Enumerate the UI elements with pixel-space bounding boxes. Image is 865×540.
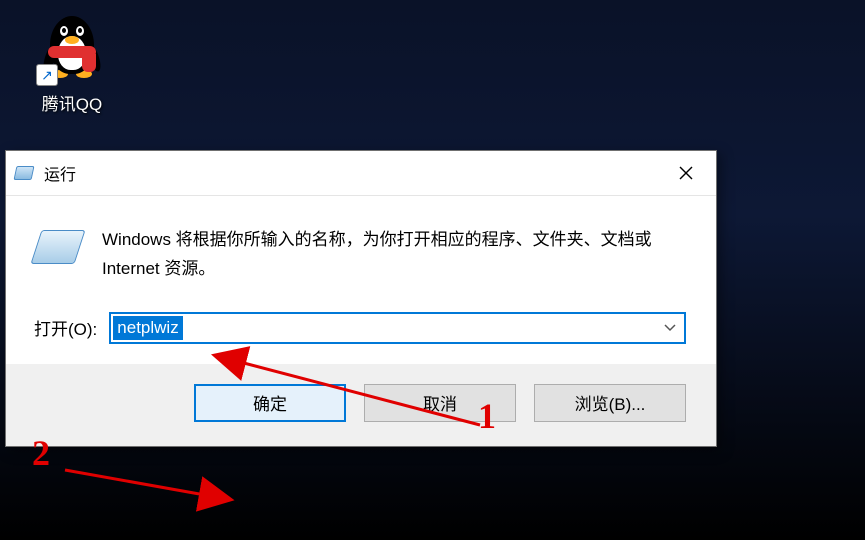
dialog-body: Windows 将根据你所输入的名称，为你打开相应的程序、文件夹、文档或 Int… [6,196,716,364]
desktop-icon-label: 腾讯QQ [22,90,122,115]
titlebar[interactable]: 运行 [6,151,716,196]
run-dialog: 运行 Windows 将根据你所输入的名称，为你打开相应的程序、文件夹、文档或 … [5,150,717,447]
chevron-down-icon [664,324,676,332]
dialog-description: Windows 将根据你所输入的名称，为你打开相应的程序、文件夹、文档或 Int… [102,226,686,284]
open-combobox[interactable]: netplwiz [109,312,686,344]
run-large-icon [34,226,82,270]
open-input-value[interactable]: netplwiz [117,318,178,338]
close-icon [679,166,693,180]
open-label: 打开(O): [34,315,97,340]
ok-button[interactable]: 确定 [194,384,346,422]
cancel-button[interactable]: 取消 [364,384,516,422]
run-dialog-icon [14,163,34,183]
dialog-title: 运行 [44,161,663,185]
qq-penguin-icon: ↗ [36,8,108,86]
browse-button-label: 浏览(B)... [575,390,646,415]
shortcut-overlay-icon: ↗ [36,64,58,86]
close-button[interactable] [663,158,708,188]
browse-button[interactable]: 浏览(B)... [534,384,686,422]
desktop-shortcut-qq[interactable]: ↗ 腾讯QQ [22,8,122,115]
dialog-footer: 确定 取消 浏览(B)... [6,364,716,446]
ok-button-label: 确定 [253,390,287,415]
combobox-dropdown-button[interactable] [656,324,684,332]
cancel-button-label: 取消 [423,390,457,415]
